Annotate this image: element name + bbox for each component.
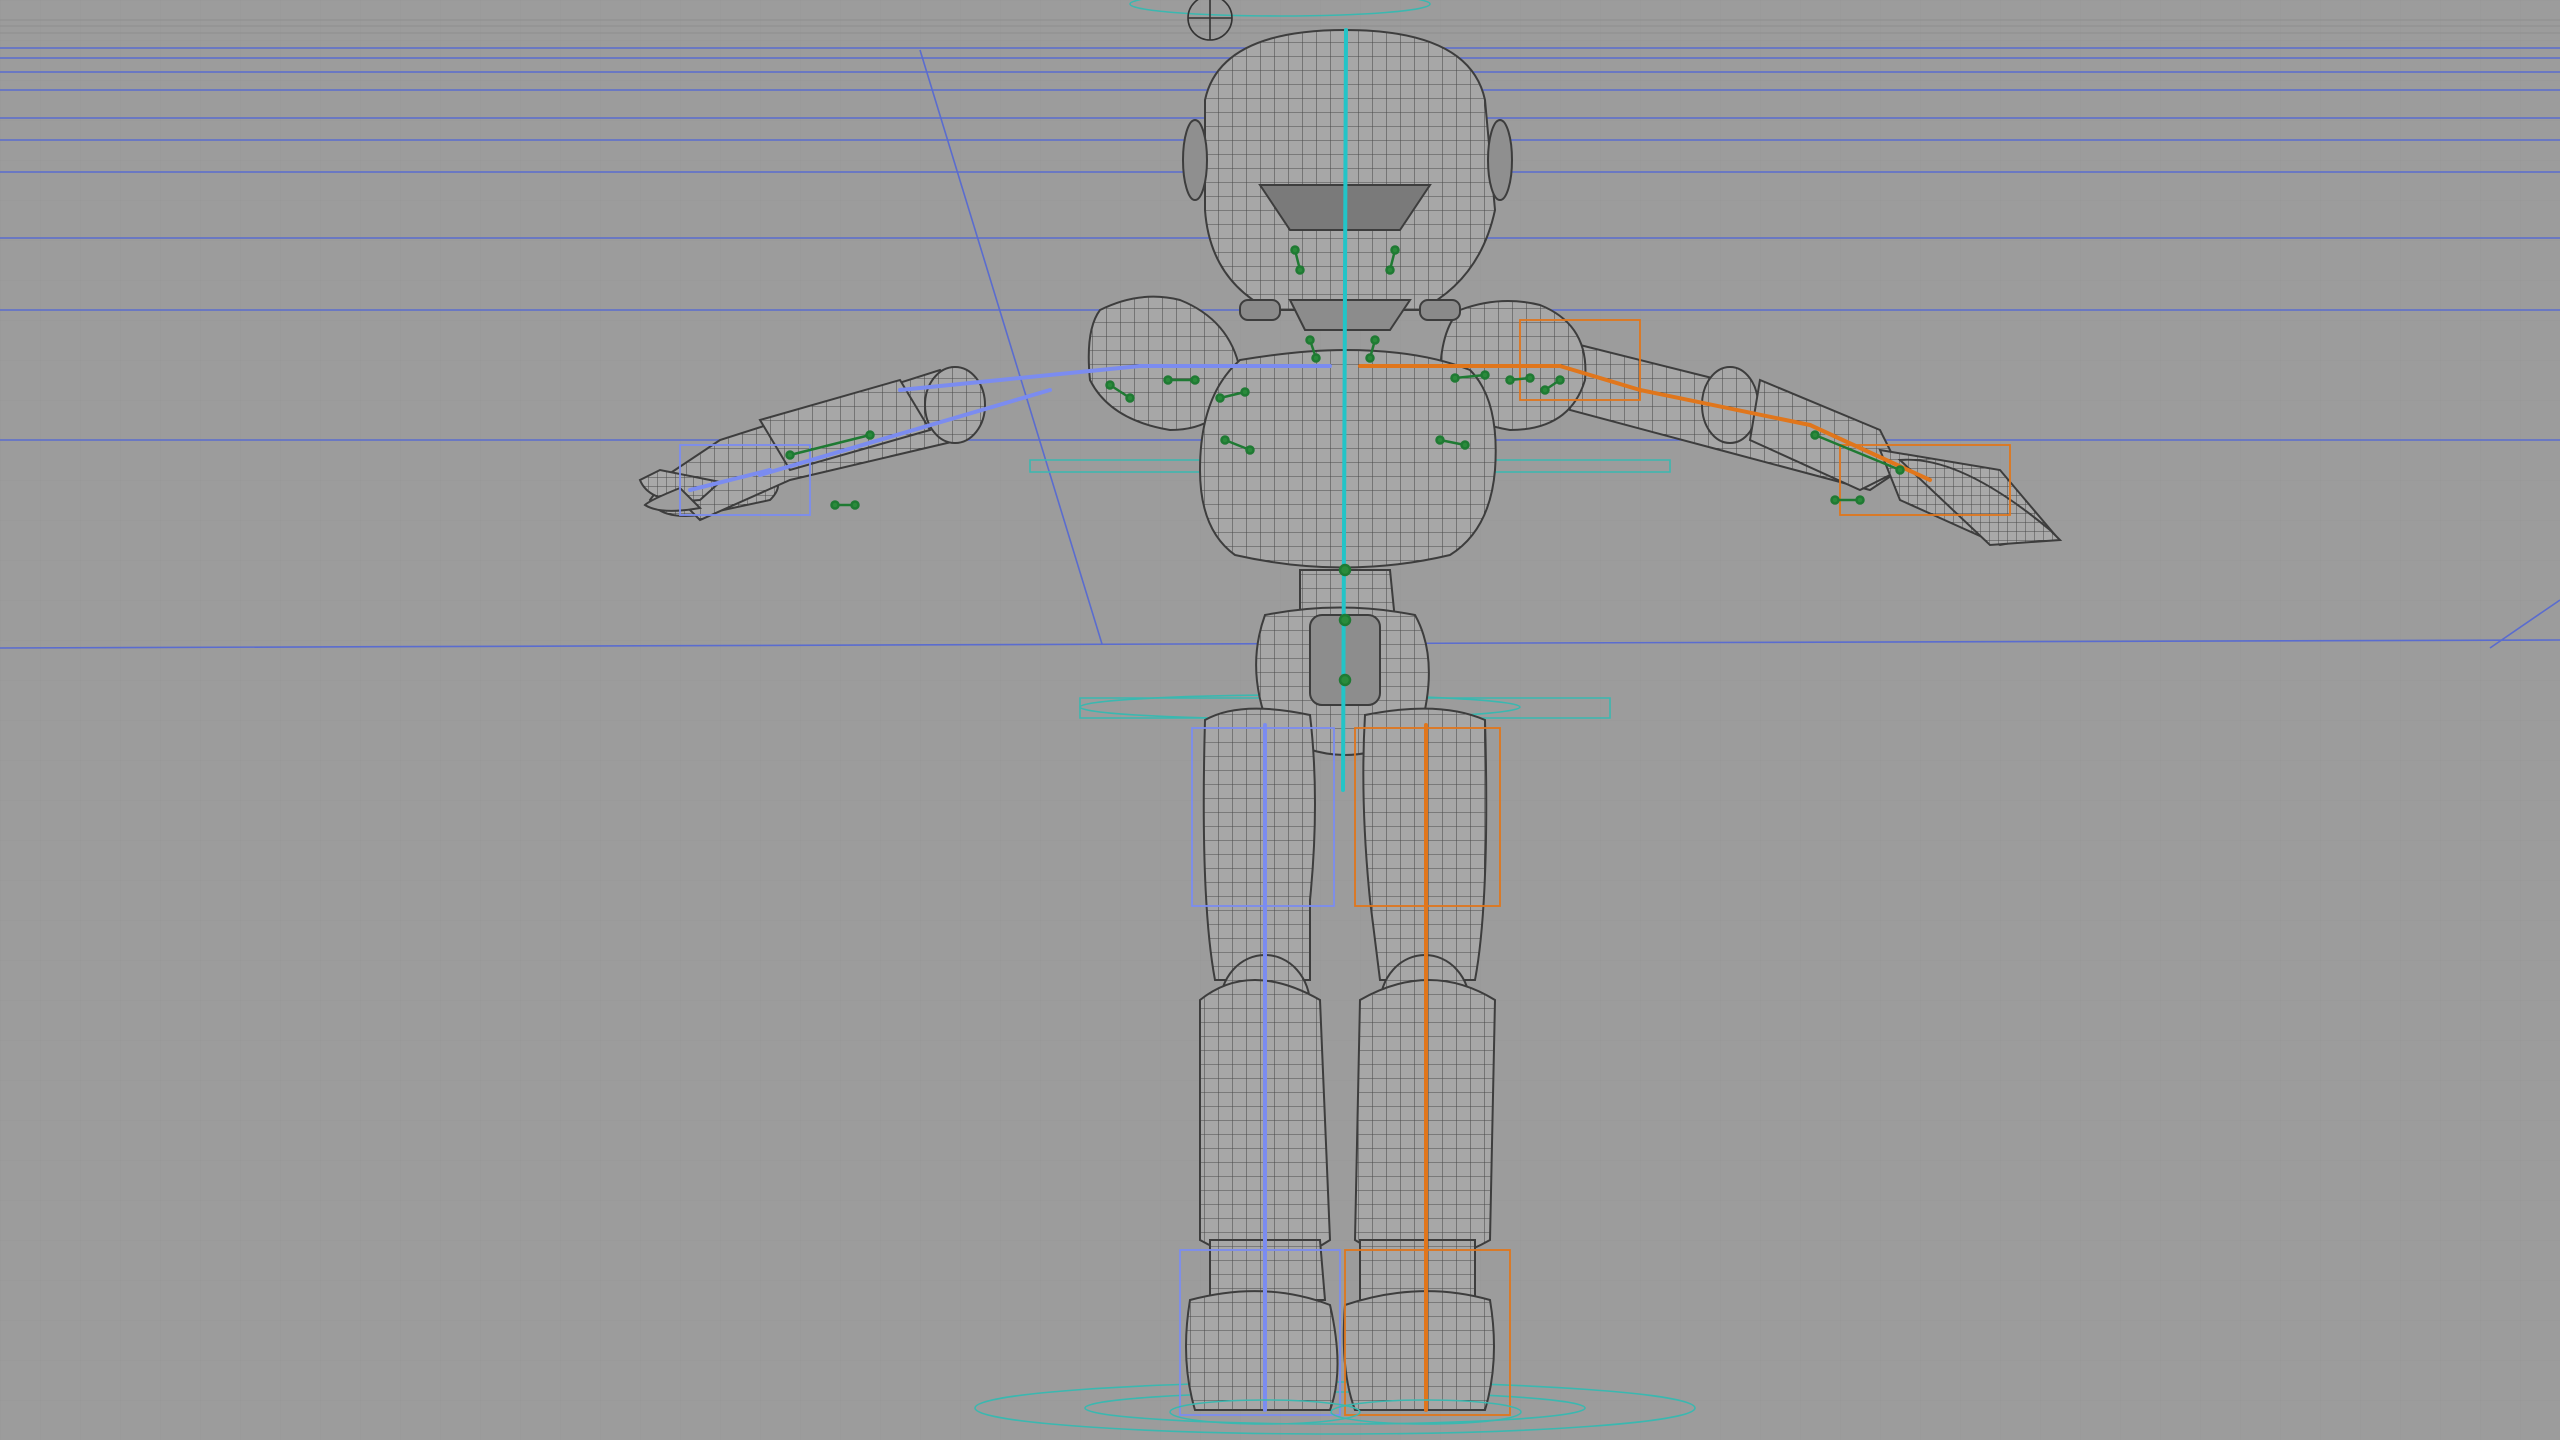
neck-piston-left	[1239, 299, 1281, 321]
neck-piston-right	[1419, 299, 1461, 321]
right-leg-mesh[interactable]	[1342, 707, 1497, 1411]
left-leg-mesh[interactable]	[1185, 707, 1339, 1411]
viewport-canvas[interactable]	[0, 0, 2560, 1440]
3d-viewport[interactable]: robot-character t-pose	[0, 0, 2560, 1440]
torso-mesh[interactable]	[1198, 348, 1497, 569]
